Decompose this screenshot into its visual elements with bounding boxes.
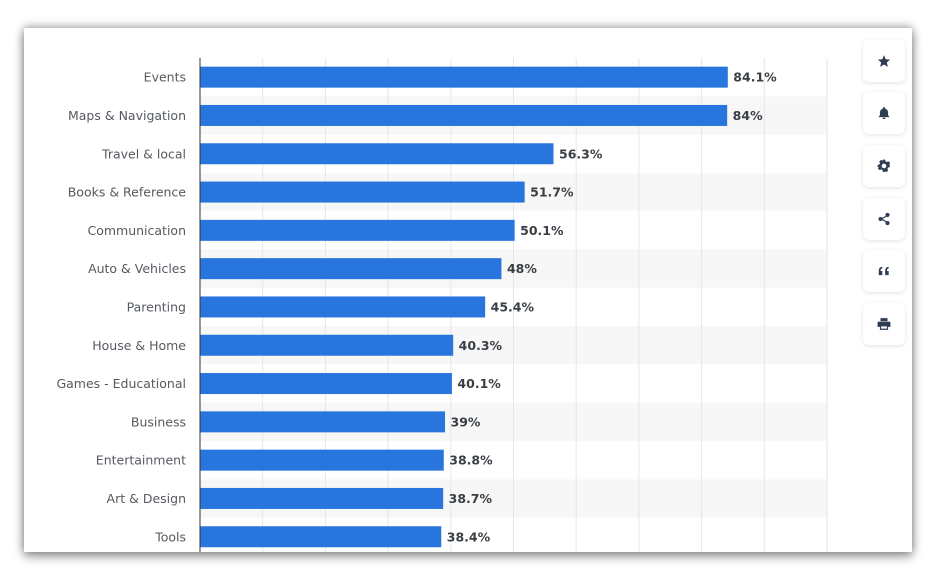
value-label: 38.8% (449, 453, 493, 468)
value-label: 40.3% (459, 338, 503, 353)
category-label: Tools (154, 529, 186, 544)
value-label: 38.4% (447, 529, 491, 544)
value-label: 48% (507, 261, 537, 276)
value-label: 38.7% (449, 491, 493, 506)
settings-button[interactable] (863, 145, 905, 187)
gear-icon (877, 159, 891, 173)
notification-button[interactable] (863, 92, 905, 134)
quote-icon (878, 266, 889, 276)
bar (200, 181, 525, 203)
favorite-button[interactable] (863, 40, 905, 82)
value-label: 39% (451, 414, 481, 429)
chart-card: Events 84.1% Maps & Navigation 84% Travel & … (24, 28, 912, 552)
share-icon (878, 212, 890, 226)
bar (200, 334, 454, 356)
category-label: Games - Educational (56, 376, 186, 391)
print-icon (877, 318, 891, 330)
value-label: 84% (733, 108, 763, 123)
value-label: 84.1% (733, 70, 777, 85)
category-label: Auto & Vehicles (88, 261, 186, 276)
value-label: 56.3% (559, 146, 603, 161)
share-button[interactable] (863, 198, 905, 240)
value-label: 51.7% (530, 185, 574, 200)
category-label: Communication (87, 223, 186, 238)
value-label: 50.1% (520, 223, 564, 238)
bar (200, 219, 515, 241)
bar (200, 487, 444, 509)
category-label: Travel & local (101, 146, 186, 161)
bar (200, 258, 502, 280)
category-label: Maps & Navigation (68, 108, 186, 123)
value-label: 45.4% (491, 299, 535, 314)
category-label: Books & Reference (68, 185, 187, 200)
bar (200, 296, 486, 318)
star-icon (877, 55, 891, 67)
category-label: Entertainment (96, 453, 186, 468)
cite-button[interactable] (863, 250, 905, 292)
bar (200, 66, 728, 88)
bar (200, 411, 446, 433)
category-label: Art & Design (107, 491, 186, 506)
bar (200, 143, 554, 165)
value-label: 40.1% (457, 376, 501, 391)
bell-icon (878, 107, 890, 120)
bar (200, 104, 728, 126)
print-button[interactable] (863, 303, 905, 345)
category-label: Business (131, 414, 186, 429)
category-label: Events (144, 70, 186, 85)
bar (200, 373, 452, 395)
category-label: Parenting (127, 299, 186, 314)
bar (200, 449, 444, 471)
category-label: House & Home (92, 338, 186, 353)
bar (200, 526, 442, 548)
bar-chart: Events 84.1% Maps & Navigation 84% Travel & … (56, 58, 828, 552)
